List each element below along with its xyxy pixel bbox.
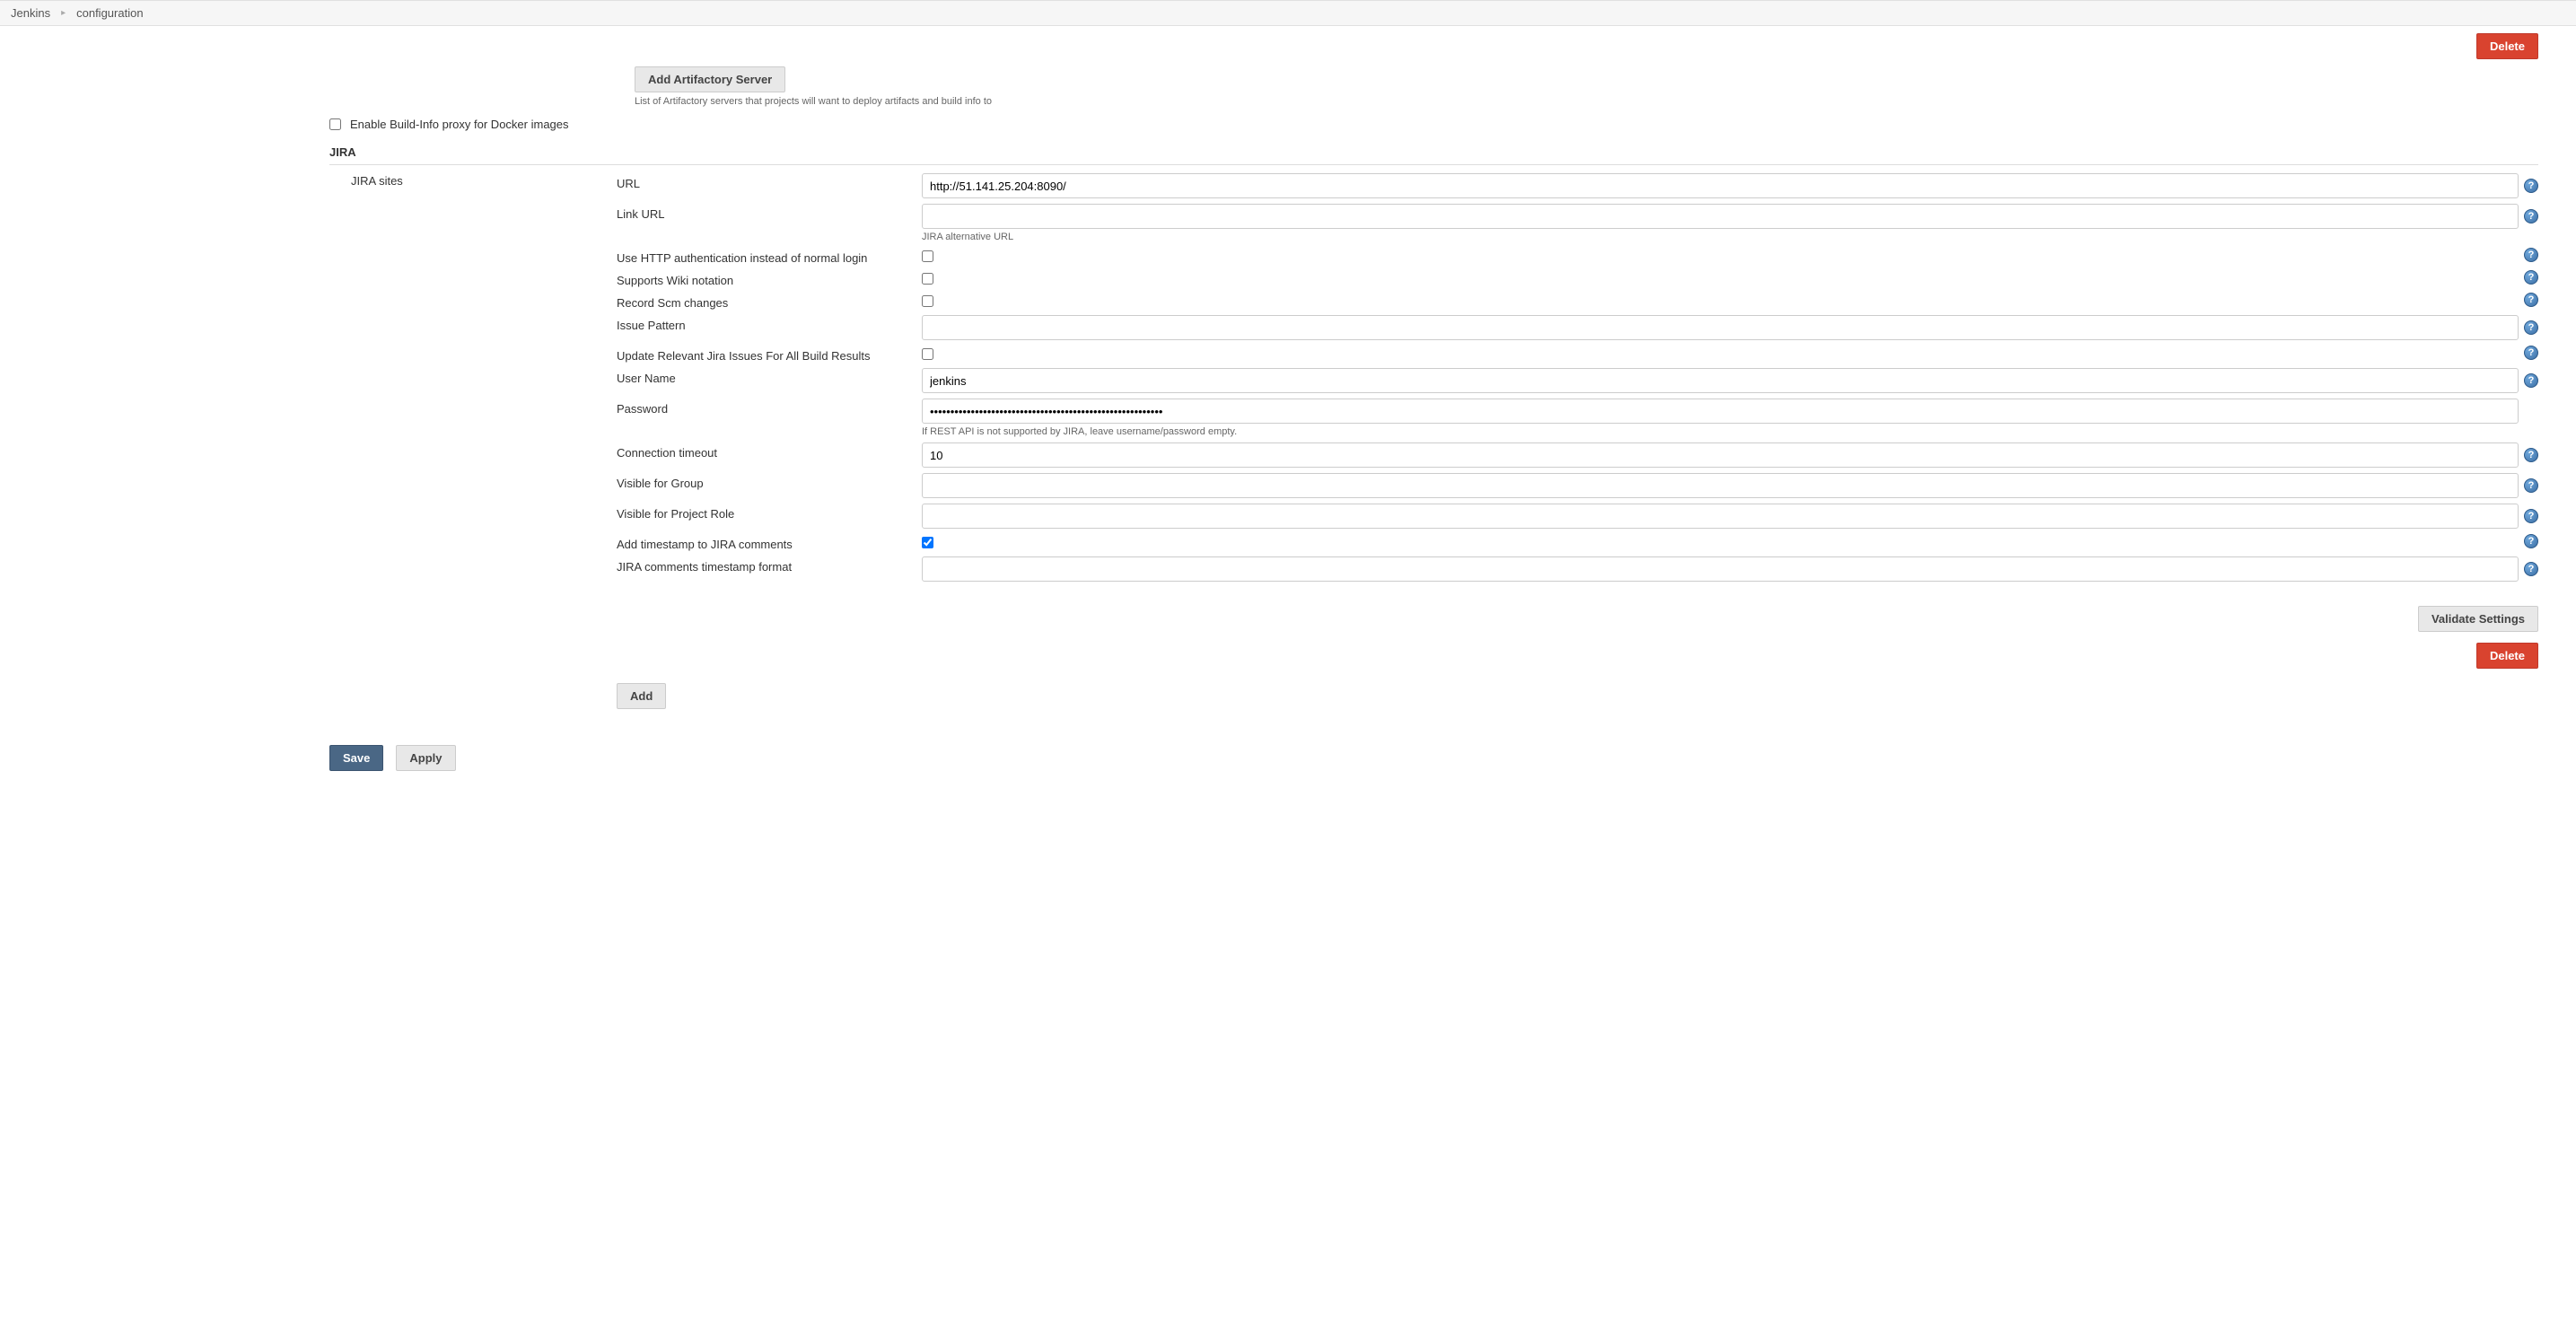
issue-pattern-label: Issue Pattern xyxy=(617,315,922,332)
breadcrumb: Jenkins ▸ configuration xyxy=(0,0,2576,26)
save-button[interactable]: Save xyxy=(329,745,383,771)
help-icon[interactable]: ? xyxy=(2524,448,2538,462)
help-icon[interactable]: ? xyxy=(2524,270,2538,285)
username-label: User Name xyxy=(617,368,922,385)
help-icon[interactable]: ? xyxy=(2524,209,2538,223)
breadcrumb-jenkins-link[interactable]: Jenkins xyxy=(11,6,50,20)
help-icon[interactable]: ? xyxy=(2524,478,2538,493)
http-auth-label: Use HTTP authentication instead of norma… xyxy=(617,248,922,265)
password-label: Password xyxy=(617,399,922,416)
issue-pattern-input[interactable] xyxy=(922,315,2519,340)
help-icon[interactable]: ? xyxy=(2524,320,2538,335)
help-icon[interactable]: ? xyxy=(2524,534,2538,548)
help-icon[interactable]: ? xyxy=(2524,509,2538,523)
scm-checkbox[interactable] xyxy=(922,295,933,307)
breadcrumb-configuration-link[interactable]: configuration xyxy=(76,6,143,20)
password-input[interactable] xyxy=(922,399,2519,424)
username-input[interactable] xyxy=(922,368,2519,393)
add-timestamp-label: Add timestamp to JIRA comments xyxy=(617,534,922,551)
help-icon[interactable]: ? xyxy=(2524,346,2538,360)
add-artifactory-server-button[interactable]: Add Artifactory Server xyxy=(635,66,785,92)
validate-settings-button[interactable]: Validate Settings xyxy=(2418,606,2538,632)
enable-docker-proxy-label: Enable Build-Info proxy for Docker image… xyxy=(350,118,569,131)
visible-group-input[interactable] xyxy=(922,473,2519,498)
ts-format-label: JIRA comments timestamp format xyxy=(617,556,922,574)
http-auth-checkbox[interactable] xyxy=(922,250,933,262)
timeout-label: Connection timeout xyxy=(617,442,922,460)
link-url-label: Link URL xyxy=(617,204,922,221)
help-icon[interactable]: ? xyxy=(2524,179,2538,193)
timeout-input[interactable] xyxy=(922,442,2519,468)
chevron-right-icon: ▸ xyxy=(61,8,66,18)
update-all-label: Update Relevant Jira Issues For All Buil… xyxy=(617,346,922,363)
update-all-checkbox[interactable] xyxy=(922,348,933,360)
ts-format-input[interactable] xyxy=(922,556,2519,582)
scm-label: Record Scm changes xyxy=(617,293,922,310)
wiki-label: Supports Wiki notation xyxy=(617,270,922,287)
visible-group-label: Visible for Group xyxy=(617,473,922,490)
jira-sites-label: JIRA sites xyxy=(329,171,617,188)
help-icon[interactable]: ? xyxy=(2524,248,2538,262)
link-url-help: JIRA alternative URL xyxy=(922,232,2538,242)
add-jira-site-button[interactable]: Add xyxy=(617,683,666,709)
url-input[interactable] xyxy=(922,173,2519,198)
wiki-checkbox[interactable] xyxy=(922,273,933,285)
visible-role-label: Visible for Project Role xyxy=(617,504,922,521)
link-url-input[interactable] xyxy=(922,204,2519,229)
password-help: If REST API is not supported by JIRA, le… xyxy=(922,426,2538,437)
help-icon[interactable]: ? xyxy=(2524,373,2538,388)
help-icon[interactable]: ? xyxy=(2524,562,2538,576)
artifactory-description: List of Artifactory servers that project… xyxy=(635,96,2538,107)
apply-button[interactable]: Apply xyxy=(396,745,455,771)
visible-role-input[interactable] xyxy=(922,504,2519,529)
jira-section-header: JIRA xyxy=(329,140,2538,165)
help-icon[interactable]: ? xyxy=(2524,293,2538,307)
delete-jira-site-button[interactable]: Delete xyxy=(2476,643,2538,669)
add-timestamp-checkbox[interactable] xyxy=(922,537,933,548)
enable-docker-proxy-checkbox[interactable] xyxy=(329,118,341,130)
delete-button[interactable]: Delete xyxy=(2476,33,2538,59)
url-label: URL xyxy=(617,173,922,190)
